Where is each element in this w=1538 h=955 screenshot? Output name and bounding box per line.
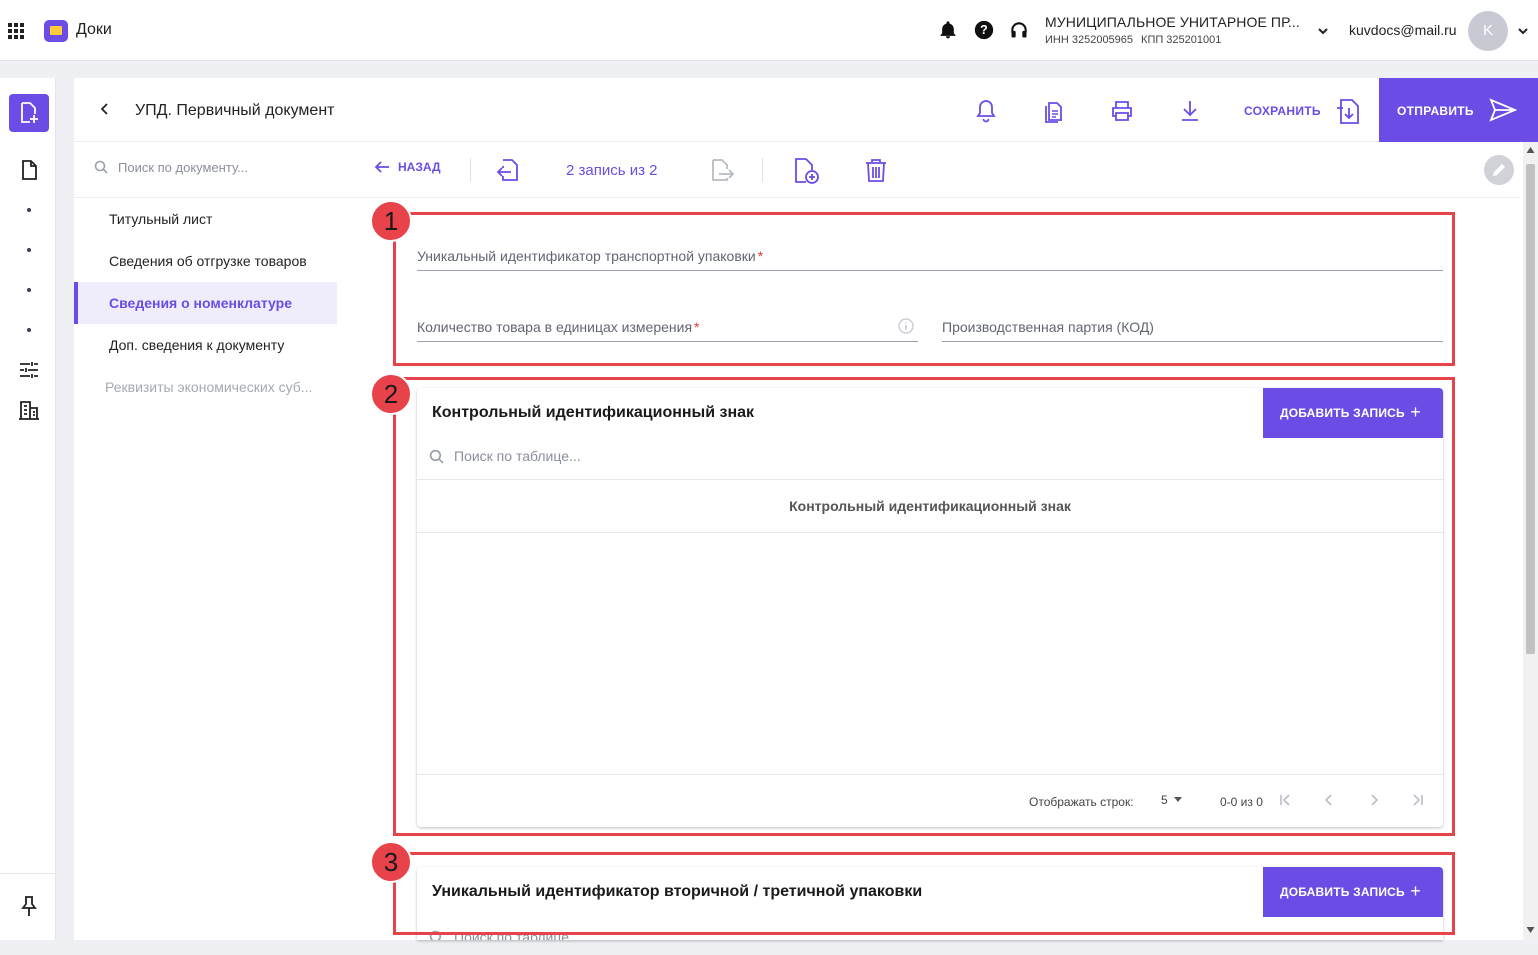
send-label: ОТПРАВИТЬ [1397, 104, 1474, 118]
filter-list-icon[interactable] [18, 359, 40, 381]
rail-dot[interactable] [27, 248, 31, 252]
copy-docs-icon[interactable] [1041, 98, 1067, 124]
svg-text:?: ? [980, 23, 988, 37]
rail-dot[interactable] [27, 208, 31, 212]
app-name[interactable]: Доки [76, 21, 112, 39]
document-search[interactable]: Поиск по документу... [94, 160, 248, 175]
document-search-placeholder: Поиск по документу... [118, 160, 248, 175]
sidebar-item-nomenclature[interactable]: Сведения о номенклатуре [74, 282, 337, 324]
edit-button[interactable] [1484, 155, 1514, 185]
top-bar: Доки ? МУНИЦИПАЛЬНОЕ УНИТАРНОЕ ПР... ИНН… [0, 0, 1538, 61]
back-label: НАЗАД [398, 160, 441, 174]
rail-divider [0, 873, 56, 874]
page-title: УПД. Первичный документ [135, 102, 335, 119]
left-rail [0, 78, 56, 940]
highlight-box-2 [393, 377, 1455, 836]
document-header: УПД. Первичный документ СОХРАНИТЬ ОТПРАВ… [74, 78, 1538, 142]
pin-icon[interactable] [18, 895, 40, 917]
sidebar-item-title-page[interactable]: Титульный лист [74, 198, 337, 240]
scroll-thumb[interactable] [1526, 164, 1535, 654]
avatar[interactable]: K [1468, 11, 1508, 51]
inn-label: ИНН 3252005965 [1045, 34, 1134, 46]
send-icon [1489, 98, 1517, 122]
scrollbar[interactable] [1523, 142, 1538, 940]
apps-grid-icon[interactable] [8, 23, 24, 39]
sidebar-item-shipment[interactable]: Сведения об отгрузке товаров [74, 240, 337, 282]
pencil-icon [1493, 164, 1505, 176]
chevron-down-icon[interactable] [1316, 24, 1330, 38]
rail-dot[interactable] [27, 328, 31, 332]
record-counter: 2 запись из 2 [566, 162, 658, 179]
help-icon[interactable]: ? [974, 20, 994, 40]
back-button[interactable]: НАЗАД [374, 160, 441, 174]
document-icon[interactable] [18, 159, 40, 181]
arrow-left-icon [374, 161, 389, 173]
search-icon [94, 160, 108, 174]
headset-icon[interactable] [1009, 20, 1029, 40]
download-icon[interactable] [1177, 98, 1203, 124]
trash-icon[interactable] [862, 156, 890, 184]
organization-ids: ИНН 3252005965 КПП 325201001 [1045, 34, 1300, 46]
save-button[interactable]: СОХРАНИТЬ [1244, 104, 1321, 118]
file-plus-icon [21, 102, 38, 123]
annotation-badge-1: 1 [370, 200, 412, 242]
annotation-badge-2: 2 [370, 373, 412, 415]
organization-selector[interactable]: МУНИЦИПАЛЬНОЕ УНИТАРНОЕ ПР... ИНН 325200… [1045, 14, 1300, 46]
next-record-icon[interactable] [708, 156, 736, 184]
toolbar-divider [470, 158, 471, 182]
sidebar-item-economic-entities: Реквизиты экономических суб... [105, 379, 313, 395]
scroll-up-icon[interactable] [1526, 146, 1535, 154]
highlight-box-3 [393, 852, 1455, 935]
chevron-down-icon[interactable] [1516, 24, 1530, 38]
scroll-down-icon[interactable] [1526, 926, 1535, 934]
sidebar-item-additional-info[interactable]: Доп. сведения к документу [74, 324, 337, 366]
bell-icon[interactable] [973, 98, 999, 124]
kpp-label: КПП 325201001 [1141, 34, 1222, 46]
save-file-icon[interactable] [1333, 96, 1363, 126]
send-button[interactable]: ОТПРАВИТЬ [1379, 78, 1538, 142]
organization-name: МУНИЦИПАЛЬНОЕ УНИТАРНОЕ ПР... [1045, 14, 1300, 30]
folder-icon[interactable] [44, 20, 68, 42]
prev-record-icon[interactable] [494, 156, 522, 184]
building-icon[interactable] [18, 399, 40, 421]
bell-icon[interactable] [938, 20, 958, 40]
toolbar-divider [762, 158, 763, 182]
back-chevron-icon[interactable] [98, 102, 112, 116]
rail-dot[interactable] [27, 288, 31, 292]
user-email[interactable]: kuvdocs@mail.ru [1349, 22, 1457, 38]
annotation-badge-3: 3 [370, 841, 412, 883]
new-document-button[interactable] [9, 94, 49, 132]
print-icon[interactable] [1109, 98, 1135, 124]
add-record-icon[interactable] [791, 156, 821, 186]
highlight-box-1 [393, 212, 1455, 366]
